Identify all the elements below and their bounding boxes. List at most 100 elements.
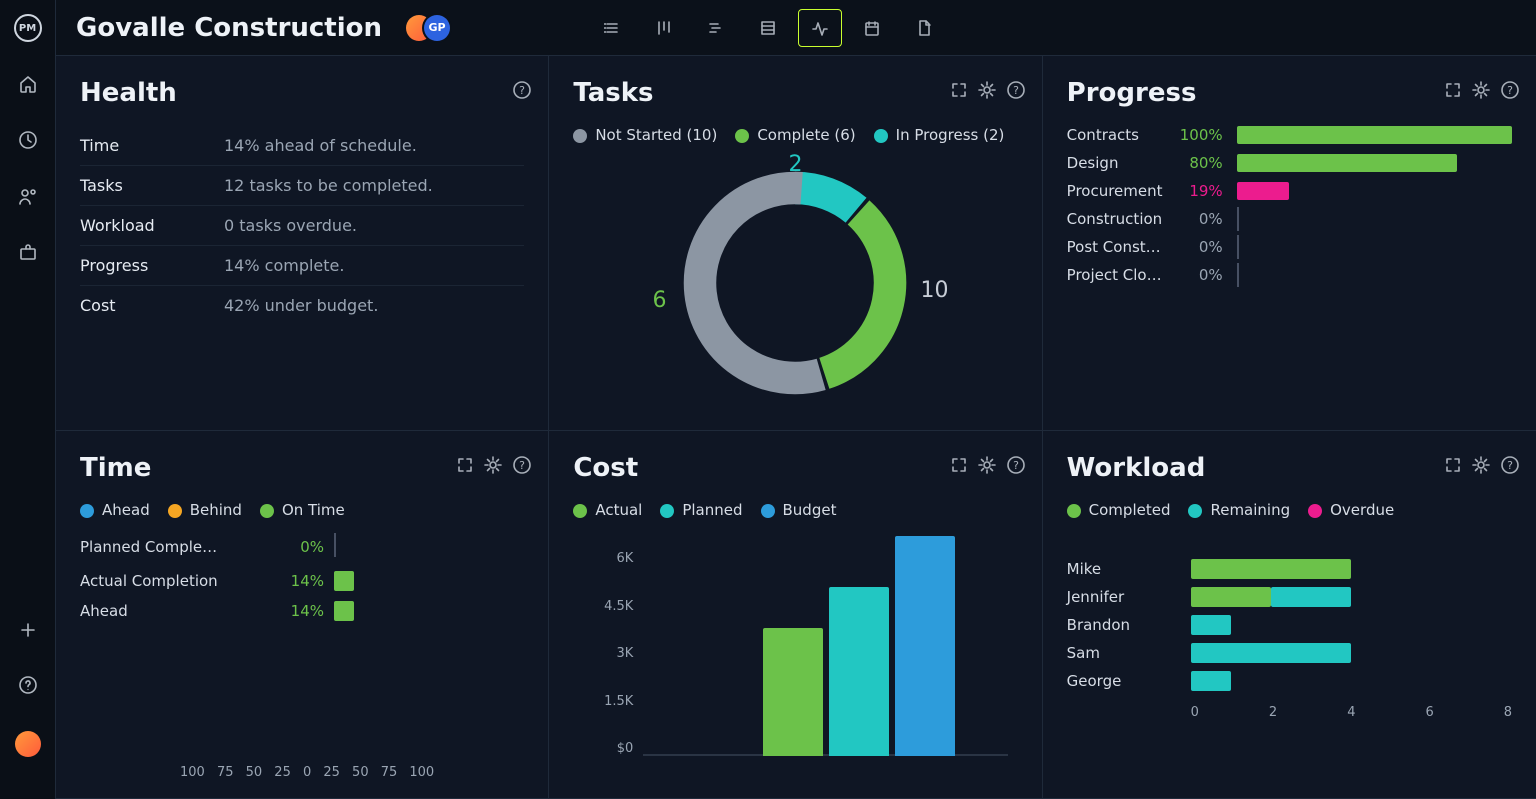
progress-row: Project Clo… 0% — [1067, 266, 1512, 284]
panel-help-button[interactable]: ? — [1006, 455, 1026, 479]
panel-help-button[interactable]: ? — [1500, 455, 1520, 479]
view-sheet[interactable] — [746, 9, 790, 47]
nav-help[interactable] — [18, 675, 38, 699]
nav-portfolio[interactable] — [18, 242, 38, 266]
panel-help-button[interactable]: ? — [1006, 80, 1026, 104]
legend-dot — [573, 504, 587, 518]
list-icon — [603, 19, 621, 37]
legend-dot — [80, 504, 94, 518]
progress-label: Contracts — [1067, 126, 1163, 144]
workload-row: Brandon — [1067, 615, 1512, 635]
panel-help-button[interactable]: ? — [1500, 80, 1520, 104]
progress-pct: 0% — [1177, 210, 1223, 228]
cost-legend: Actual Planned Budget — [573, 501, 1017, 519]
settings-button[interactable] — [1472, 456, 1490, 478]
view-gantt[interactable] — [694, 9, 738, 47]
expand-button[interactable] — [950, 81, 968, 103]
health-row: Time 14% ahead of schedule. — [80, 126, 524, 166]
legend-item[interactable]: Planned — [660, 501, 742, 519]
view-files[interactable] — [902, 9, 946, 47]
legend-dot — [168, 504, 182, 518]
expand-button[interactable] — [950, 456, 968, 478]
legend-item[interactable]: On Time — [260, 501, 345, 519]
workload-bar — [1191, 559, 1512, 579]
svg-text:?: ? — [519, 84, 525, 97]
help-circle-icon: ? — [1500, 455, 1520, 475]
time-pct: 14% — [270, 602, 324, 620]
axis-tick: 75 — [381, 765, 398, 780]
legend-dot — [1188, 504, 1202, 518]
cost-chart: 6K4.5K3K1.5K$0 — [573, 551, 1017, 780]
gear-icon — [1472, 456, 1490, 474]
legend-item[interactable]: Not Started (10) — [573, 126, 717, 144]
svg-text:?: ? — [1013, 84, 1019, 97]
progress-bar — [1237, 238, 1512, 256]
time-row: Actual Completion 14% — [80, 571, 524, 591]
cost-bar-planned — [829, 587, 889, 756]
settings-button[interactable] — [978, 456, 996, 478]
svg-text:?: ? — [1507, 459, 1513, 472]
progress-pct: 0% — [1177, 238, 1223, 256]
settings-button[interactable] — [978, 81, 996, 103]
workload-name: Brandon — [1067, 616, 1177, 634]
panel-help-button[interactable]: ? — [512, 80, 532, 104]
health-value: 0 tasks overdue. — [224, 216, 357, 235]
legend-item[interactable]: Budget — [761, 501, 837, 519]
settings-button[interactable] — [484, 456, 502, 478]
legend-item[interactable]: Complete (6) — [735, 126, 855, 144]
workload-row: George — [1067, 671, 1512, 691]
panel-help-button[interactable]: ? — [512, 455, 532, 479]
settings-button[interactable] — [1472, 81, 1490, 103]
board-icon — [655, 19, 673, 37]
axis-tick: 0 — [1191, 705, 1199, 720]
time-pct: 14% — [270, 572, 324, 590]
progress-label: Procurement — [1067, 182, 1163, 200]
legend-item[interactable]: Behind — [168, 501, 242, 519]
expand-icon — [456, 456, 474, 474]
axis-tick: 25 — [323, 765, 340, 780]
expand-icon — [950, 81, 968, 99]
view-board[interactable] — [642, 9, 686, 47]
pulse-icon — [811, 19, 829, 37]
progress-row: Contracts 100% — [1067, 126, 1512, 144]
view-dashboard[interactable] — [798, 9, 842, 47]
app-logo[interactable]: PM — [14, 14, 42, 42]
view-calendar[interactable] — [850, 9, 894, 47]
progress-row: Design 80% — [1067, 154, 1512, 172]
help-icon — [18, 675, 38, 695]
legend-dot — [735, 129, 749, 143]
legend-dot — [573, 129, 587, 143]
health-value: 14% complete. — [224, 256, 344, 275]
health-key: Progress — [80, 256, 200, 275]
progress-pct: 19% — [1177, 182, 1223, 200]
y-tick: $0 — [573, 741, 633, 756]
progress-pct: 80% — [1177, 154, 1223, 172]
legend-item[interactable]: Remaining — [1188, 501, 1290, 519]
expand-button[interactable] — [1444, 81, 1462, 103]
axis-tick: 25 — [274, 765, 291, 780]
legend-item[interactable]: Overdue — [1308, 501, 1394, 519]
gear-icon — [484, 456, 502, 474]
progress-bar — [1237, 266, 1512, 284]
legend-item[interactable]: In Progress (2) — [874, 126, 1005, 144]
project-members[interactable]: GP — [406, 15, 450, 41]
health-row: Progress 14% complete. — [80, 246, 524, 286]
nav-add[interactable] — [19, 621, 37, 643]
nav-home[interactable] — [18, 74, 38, 98]
time-label: Ahead — [80, 602, 260, 620]
current-user-avatar[interactable] — [15, 731, 41, 757]
legend-item[interactable]: Ahead — [80, 501, 150, 519]
panel-title: Health — [80, 78, 524, 108]
svg-text:?: ? — [1013, 459, 1019, 472]
legend-item[interactable]: Actual — [573, 501, 642, 519]
legend-dot — [260, 504, 274, 518]
workload-row: Jennifer — [1067, 587, 1512, 607]
view-list[interactable] — [590, 9, 634, 47]
health-row: Tasks 12 tasks to be completed. — [80, 166, 524, 206]
nav-recent[interactable] — [18, 130, 38, 154]
expand-button[interactable] — [1444, 456, 1462, 478]
time-bar — [334, 601, 524, 621]
legend-item[interactable]: Completed — [1067, 501, 1171, 519]
nav-team[interactable] — [18, 186, 38, 210]
expand-button[interactable] — [456, 456, 474, 478]
